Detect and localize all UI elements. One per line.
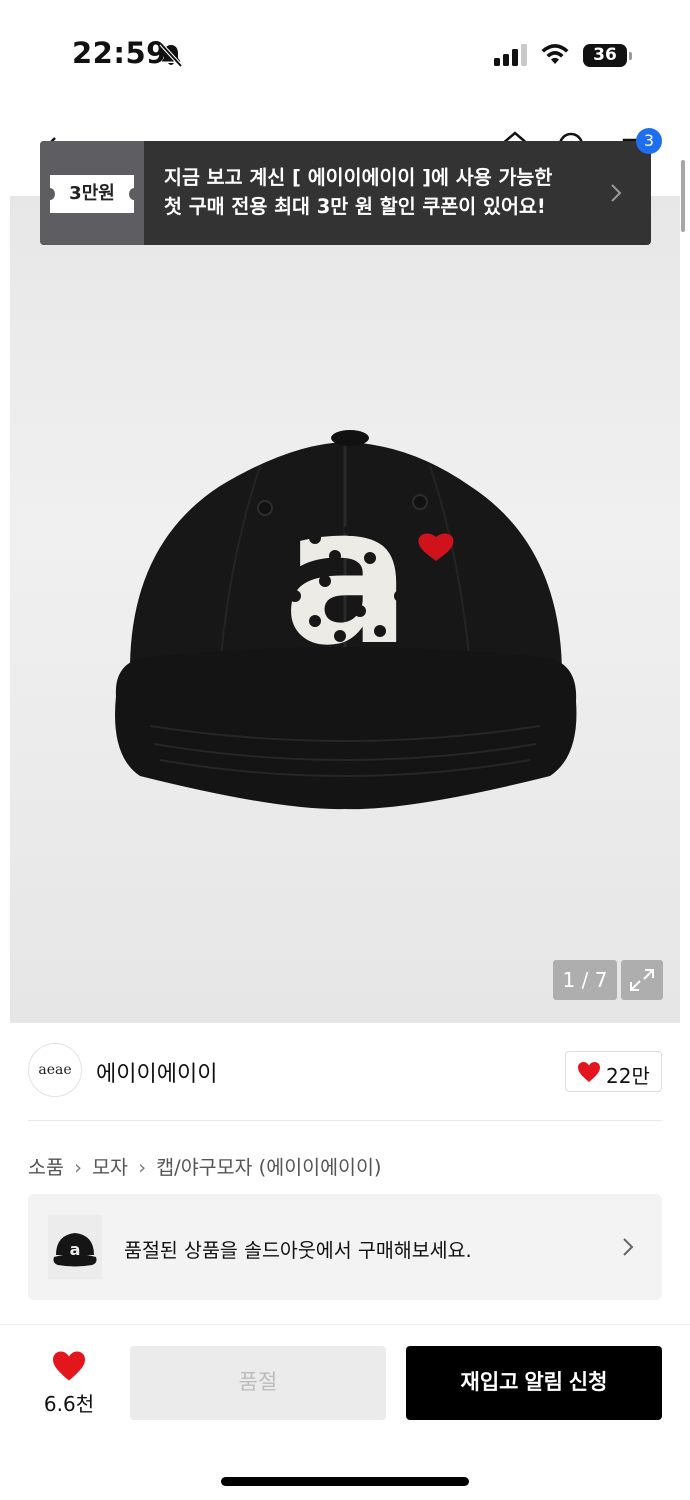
coupon-message-line2: 첫 구매 전용 최대 3만 원 할인 쿠폰이 있어요! (164, 195, 546, 218)
soldout-marketplace-card[interactable]: a 품절된 상품을 솔드아웃에서 구매해보세요. (28, 1194, 662, 1300)
cart-count-badge: 3 (636, 128, 662, 154)
coupon-message: 지금 보고 계신 [ 에이이에이이 ]에 사용 가능한 첫 구매 전용 최대 3… (164, 163, 594, 221)
expand-icon (630, 969, 654, 991)
brand-like-count: 22만 (606, 1064, 650, 1088)
coupon-message-line1: 지금 보고 계신 [ 에이이에이이 ]에 사용 가능한 (164, 166, 553, 189)
coupon-ticket-icon: 3만원 (45, 175, 139, 213)
status-bar: 22:59 36 (0, 0, 690, 110)
brand-like-button[interactable]: 22만 (565, 1051, 662, 1092)
cap-logo-glyph: a (283, 466, 411, 687)
section-divider (28, 1120, 662, 1121)
home-indicator[interactable] (221, 1477, 469, 1486)
brand-name[interactable]: 에이이에이이 (96, 1056, 217, 1088)
breadcrumb: 소품 › 모자 › 캡/야구모자 (에이이에이이) (28, 1151, 382, 1180)
chevron-right-icon (623, 1238, 634, 1256)
product-thumbnail: a (48, 1215, 102, 1279)
breadcrumb-item-caps[interactable]: 캡/야구모자 (에이이에이이) (156, 1151, 381, 1180)
wish-count: 6.6천 (43, 1392, 95, 1416)
soldout-notice-text: 품절된 상품을 솔드아웃에서 구매해보세요. (124, 1239, 472, 1262)
breadcrumb-item-accessories[interactable]: 소품 (28, 1151, 64, 1180)
brand-logo[interactable]: aeae (28, 1043, 82, 1097)
scroll-indicator (681, 160, 685, 232)
battery-indicator: 36 (583, 44, 632, 67)
bell-muted-icon (159, 42, 183, 68)
image-counter: 1 / 7 (553, 960, 617, 1000)
chevron-right-icon (611, 184, 622, 202)
product-image-gallery[interactable]: a 1 / 7 (10, 196, 680, 1023)
soldout-button[interactable]: 품절 (130, 1346, 386, 1420)
coupon-ticket-area: 3만원 (40, 141, 144, 245)
chevron-right-icon: › (138, 1156, 147, 1179)
heart-icon (578, 1062, 600, 1082)
product-cap-image: a (115, 430, 577, 810)
thumbnail-logo-glyph: a (70, 1240, 81, 1259)
heart-icon[interactable] (51, 1350, 87, 1382)
breadcrumb-item-hats[interactable]: 모자 (92, 1151, 128, 1180)
bottom-bar-divider (0, 1324, 690, 1325)
coupon-banner[interactable]: 3만원 지금 보고 계신 [ 에이이에이이 ]에 사용 가능한 첫 구매 전용 … (40, 141, 651, 245)
restock-alert-button[interactable]: 재입고 알림 신청 (406, 1346, 662, 1420)
chevron-right-icon: › (74, 1156, 82, 1179)
wifi-icon (541, 44, 569, 64)
expand-image-button[interactable] (621, 960, 663, 1000)
cell-signal-icon (494, 44, 527, 66)
brand-row[interactable]: aeae 에이이에이이 22만 (28, 1043, 662, 1101)
cap-thumbnail-icon: a (53, 1233, 97, 1267)
status-time: 22:59 (72, 36, 167, 70)
